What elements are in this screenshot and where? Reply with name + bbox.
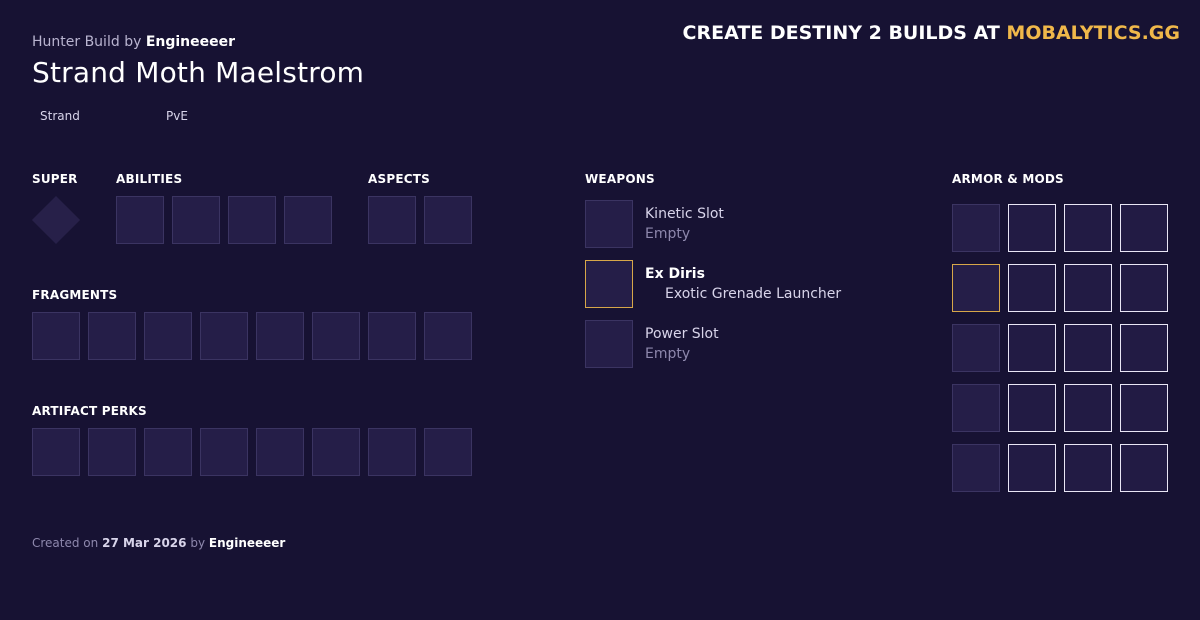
artifact-perk-slot-5[interactable]	[256, 428, 304, 476]
weapon-name-power: Power Slot	[645, 326, 719, 342]
build-author-link[interactable]: Engineeeer	[146, 34, 235, 50]
armor-slot-class-item[interactable]	[952, 444, 1000, 492]
artifact-perk-slot-4[interactable]	[200, 428, 248, 476]
weapon-detail-power: Empty	[645, 346, 691, 362]
build-class-label: Hunter Build	[32, 34, 120, 50]
abilities-label: ABILITIES	[116, 172, 183, 186]
armor-mod-slot[interactable]	[1064, 204, 1112, 252]
weapons-label: WEAPONS	[585, 172, 655, 186]
ability-slot-melee[interactable]	[228, 196, 276, 244]
armor-mod-slot[interactable]	[1008, 204, 1056, 252]
artifact-perk-slot-2[interactable]	[88, 428, 136, 476]
fragments-label: FRAGMENTS	[32, 288, 118, 302]
fragment-slot-5[interactable]	[256, 312, 304, 360]
ability-slot-class[interactable]	[116, 196, 164, 244]
artifact-perk-slot-3[interactable]	[144, 428, 192, 476]
artifact-perk-slot-8[interactable]	[424, 428, 472, 476]
armor-mod-slot[interactable]	[1008, 444, 1056, 492]
armor-mod-slot[interactable]	[1064, 444, 1112, 492]
tag-subclass: Strand	[40, 109, 80, 123]
weapon-detail-kinetic: Empty	[645, 226, 691, 242]
armor-mod-slot[interactable]	[1120, 384, 1168, 432]
created-prefix: Created on	[32, 536, 99, 550]
fragment-slot-6[interactable]	[312, 312, 360, 360]
build-subtitle: Hunter Build by Engineeeer	[32, 34, 235, 50]
weapon-name-energy: Ex Diris	[645, 266, 705, 282]
armor-slot-chest[interactable]	[952, 324, 1000, 372]
weapon-slot-kinetic[interactable]	[585, 200, 633, 248]
created-by-word: by	[190, 536, 206, 550]
weapon-name-kinetic: Kinetic Slot	[645, 206, 724, 222]
armor-mod-slot[interactable]	[1064, 324, 1112, 372]
weapon-detail-energy: Exotic Grenade Launcher	[665, 286, 842, 302]
armor-mod-slot[interactable]	[1008, 384, 1056, 432]
footer-author-link[interactable]: Engineeeer	[209, 536, 285, 550]
fragment-slot-3[interactable]	[144, 312, 192, 360]
armor-slot-helmet[interactable]	[952, 204, 1000, 252]
promo-banner[interactable]: CREATE DESTINY 2 BUILDS AT MOBALYTICS.GG	[683, 22, 1180, 44]
fragment-slot-7[interactable]	[368, 312, 416, 360]
armor-mod-slot[interactable]	[1008, 264, 1056, 312]
armor-mod-slot[interactable]	[1064, 264, 1112, 312]
promo-brand[interactable]: MOBALYTICS.GG	[1006, 22, 1180, 44]
weapon-slot-power[interactable]	[585, 320, 633, 368]
artifact-perks-label: ARTIFACT PERKS	[32, 404, 147, 418]
armor-mods-label: ARMOR & MODS	[952, 172, 1064, 186]
armor-mod-slot[interactable]	[1120, 324, 1168, 372]
tag-mode: PvE	[166, 109, 188, 123]
page-title: Strand Moth Maelstrom	[32, 56, 365, 89]
armor-mod-slot[interactable]	[1120, 204, 1168, 252]
fragment-slot-8[interactable]	[424, 312, 472, 360]
ability-slot-movement[interactable]	[172, 196, 220, 244]
armor-slot-legs[interactable]	[952, 384, 1000, 432]
super-slot[interactable]	[31, 195, 81, 245]
artifact-perk-slot-6[interactable]	[312, 428, 360, 476]
super-label: SUPER	[32, 172, 78, 186]
created-date: 27 Mar 2026	[102, 536, 187, 550]
aspect-slot-1[interactable]	[368, 196, 416, 244]
artifact-perk-slot-1[interactable]	[32, 428, 80, 476]
aspect-slot-2[interactable]	[424, 196, 472, 244]
fragment-slot-1[interactable]	[32, 312, 80, 360]
weapon-slot-energy[interactable]	[585, 260, 633, 308]
aspects-label: ASPECTS	[368, 172, 430, 186]
fragment-slot-2[interactable]	[88, 312, 136, 360]
ability-slot-grenade[interactable]	[284, 196, 332, 244]
armor-mod-slot[interactable]	[1008, 324, 1056, 372]
armor-mod-slot[interactable]	[1064, 384, 1112, 432]
armor-mod-slot[interactable]	[1120, 444, 1168, 492]
promo-text: CREATE DESTINY 2 BUILDS AT	[682, 22, 1000, 44]
created-info: Created on 27 Mar 2026 by Engineeeer	[32, 536, 285, 550]
armor-mod-slot[interactable]	[1120, 264, 1168, 312]
by-word: by	[124, 34, 142, 50]
armor-slot-arms-exotic[interactable]	[952, 264, 1000, 312]
artifact-perk-slot-7[interactable]	[368, 428, 416, 476]
fragment-slot-4[interactable]	[200, 312, 248, 360]
